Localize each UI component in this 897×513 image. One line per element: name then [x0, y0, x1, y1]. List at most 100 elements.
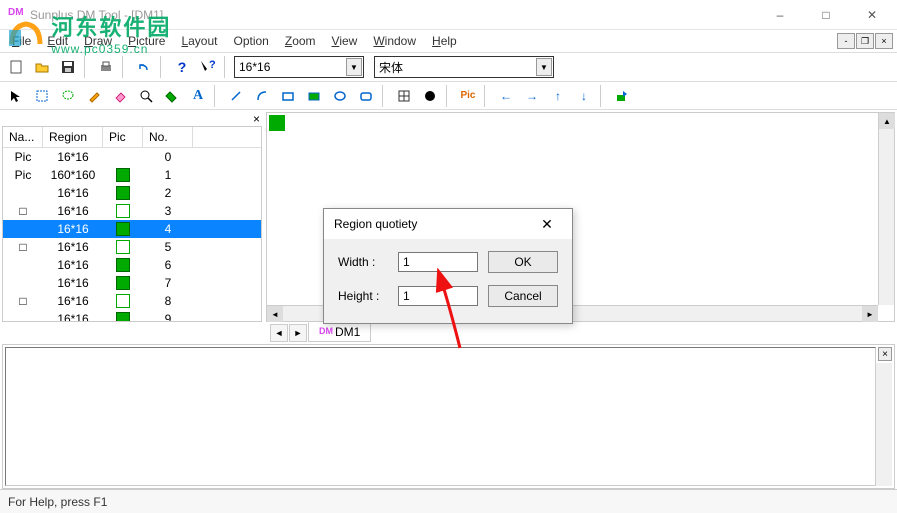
table-row[interactable]: 16*162 [3, 184, 261, 202]
menubar: File Edit Draw Picture Layout Option Zoo… [0, 30, 897, 52]
panel-close-button[interactable]: × [253, 112, 260, 126]
line-tool[interactable] [224, 84, 248, 108]
cell-region: 16*16 [43, 312, 103, 321]
cell-pic [103, 222, 143, 236]
sprite-preview[interactable] [269, 115, 285, 131]
pic-swatch [116, 204, 130, 218]
context-help-button[interactable]: ? [196, 55, 220, 79]
size-combo[interactable]: 16*16 ▼ [234, 56, 364, 78]
export-button[interactable] [610, 84, 634, 108]
output-close-button[interactable]: × [878, 347, 892, 361]
cancel-button[interactable]: Cancel [488, 285, 558, 307]
undo-button[interactable] [132, 55, 156, 79]
help-button[interactable]: ? [170, 55, 194, 79]
size-combo-value: 16*16 [239, 60, 270, 74]
cell-pic [103, 258, 143, 272]
table-row[interactable]: Pic160*1601 [3, 166, 261, 184]
cell-no: 6 [143, 258, 193, 272]
doc-tab-dm1[interactable]: DM DM1 [308, 322, 371, 342]
save-button[interactable] [56, 55, 80, 79]
mdi-minimize-button[interactable]: - [837, 33, 855, 49]
scroll-right-icon[interactable]: ► [862, 306, 878, 322]
table-body: Pic16*160Pic160*160116*162□16*16316*164□… [3, 148, 261, 321]
ellipse-tool[interactable] [328, 84, 352, 108]
col-no[interactable]: No. [143, 127, 193, 147]
cell-no: 9 [143, 312, 193, 321]
close-button[interactable]: ✕ [849, 0, 895, 30]
menu-layout[interactable]: Layout [173, 32, 225, 50]
move-right-button[interactable]: → [520, 84, 544, 108]
marquee-tool[interactable] [30, 84, 54, 108]
output-panel: × [2, 344, 895, 489]
move-up-button[interactable]: ↑ [546, 84, 570, 108]
lasso-tool[interactable] [56, 84, 80, 108]
vertical-scrollbar[interactable]: ▲ [878, 113, 894, 305]
tab-prev-button[interactable]: ◄ [270, 324, 288, 342]
scroll-up-icon[interactable]: ▲ [879, 113, 895, 129]
pencil-tool[interactable] [82, 84, 106, 108]
col-pic[interactable]: Pic [103, 127, 143, 147]
cell-no: 8 [143, 294, 193, 308]
cell-region: 16*16 [43, 258, 103, 272]
doc-icon: DM [319, 326, 331, 338]
dropdown-icon[interactable]: ▼ [346, 58, 362, 76]
table-row[interactable]: 16*164 [3, 220, 261, 238]
pointer-tool[interactable] [4, 84, 28, 108]
table-row[interactable]: □16*165 [3, 238, 261, 256]
mdi-restore-button[interactable]: ❐ [856, 33, 874, 49]
font-combo[interactable]: 宋体 ▼ [374, 56, 554, 78]
pic-tool[interactable]: Pic [456, 84, 480, 108]
scroll-left-icon[interactable]: ◄ [267, 306, 283, 322]
mdi-close-button[interactable]: × [875, 33, 893, 49]
new-button[interactable] [4, 55, 28, 79]
col-region[interactable]: Region [43, 127, 103, 147]
cell-no: 7 [143, 276, 193, 290]
table-row[interactable]: □16*163 [3, 202, 261, 220]
dialog-titlebar[interactable]: Region quotiety ✕ [324, 209, 572, 239]
menu-option[interactable]: Option [225, 32, 276, 50]
dropdown-icon[interactable]: ▼ [536, 58, 552, 76]
fill-tool[interactable] [160, 84, 184, 108]
table-row[interactable]: Pic16*160 [3, 148, 261, 166]
text-tool[interactable]: A [186, 84, 210, 108]
table-row[interactable]: 16*167 [3, 274, 261, 292]
move-down-button[interactable]: ↓ [572, 84, 596, 108]
table-header: Na... Region Pic No. [3, 127, 261, 148]
circle-tool[interactable] [418, 84, 442, 108]
print-button[interactable] [94, 55, 118, 79]
width-input[interactable] [398, 252, 478, 272]
rect-tool[interactable] [276, 84, 300, 108]
menu-file[interactable]: File [4, 32, 39, 50]
output-scrollbar[interactable] [876, 363, 892, 486]
table-row[interactable]: 16*16 6 [3, 256, 261, 274]
menu-help[interactable]: Help [424, 32, 465, 50]
roundrect-tool[interactable] [354, 84, 378, 108]
zoom-tool[interactable] [134, 84, 158, 108]
cell-region: 16*16 [43, 240, 103, 254]
menu-view[interactable]: View [324, 32, 366, 50]
curve-tool[interactable] [250, 84, 274, 108]
titlebar: DM Sunplus DM Tool - [DM1] – □ ✕ [0, 0, 897, 30]
dialog-close-button[interactable]: ✕ [532, 216, 562, 233]
grid-tool[interactable] [392, 84, 416, 108]
menu-edit[interactable]: Edit [39, 32, 76, 50]
table-row[interactable]: 16*16 9 [3, 310, 261, 321]
separator [214, 85, 220, 107]
ok-button[interactable]: OK [488, 251, 558, 273]
menu-picture[interactable]: Picture [120, 32, 173, 50]
output-content[interactable] [5, 347, 876, 486]
menu-draw[interactable]: Draw [76, 32, 120, 50]
maximize-button[interactable]: □ [803, 0, 849, 30]
statusbar: For Help, press F1 [0, 489, 897, 513]
menu-window[interactable]: Window [365, 32, 424, 50]
menu-zoom[interactable]: Zoom [277, 32, 324, 50]
minimize-button[interactable]: – [757, 0, 803, 30]
filled-rect-tool[interactable] [302, 84, 326, 108]
eraser-tool[interactable] [108, 84, 132, 108]
table-row[interactable]: □16*168 [3, 292, 261, 310]
move-left-button[interactable]: ← [494, 84, 518, 108]
tab-next-button[interactable]: ► [289, 324, 307, 342]
col-na[interactable]: Na... [3, 127, 43, 147]
height-input[interactable] [398, 286, 478, 306]
open-button[interactable] [30, 55, 54, 79]
